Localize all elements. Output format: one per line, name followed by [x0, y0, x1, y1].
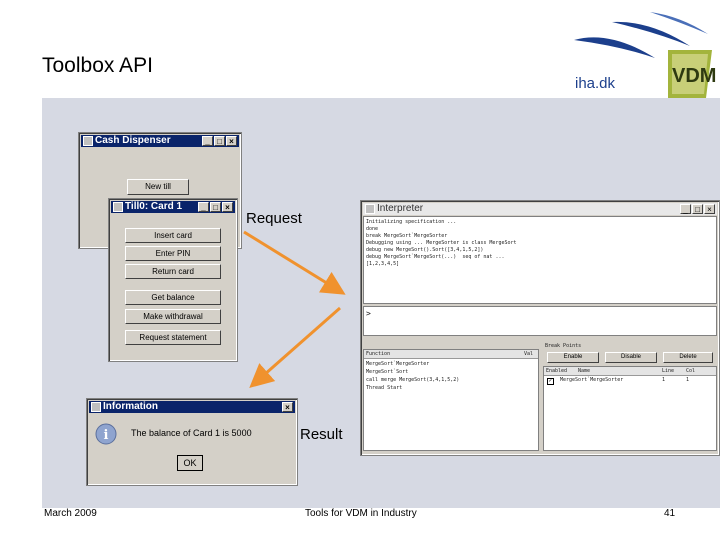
footer-title: Tools for VDM in Industry: [305, 508, 417, 519]
flow-arrows: [243, 230, 346, 388]
footer-page-number: 41: [664, 508, 676, 519]
footer-date: March 2009: [44, 508, 97, 519]
request-arrow: [243, 230, 346, 295]
result-arrow: [249, 306, 341, 388]
